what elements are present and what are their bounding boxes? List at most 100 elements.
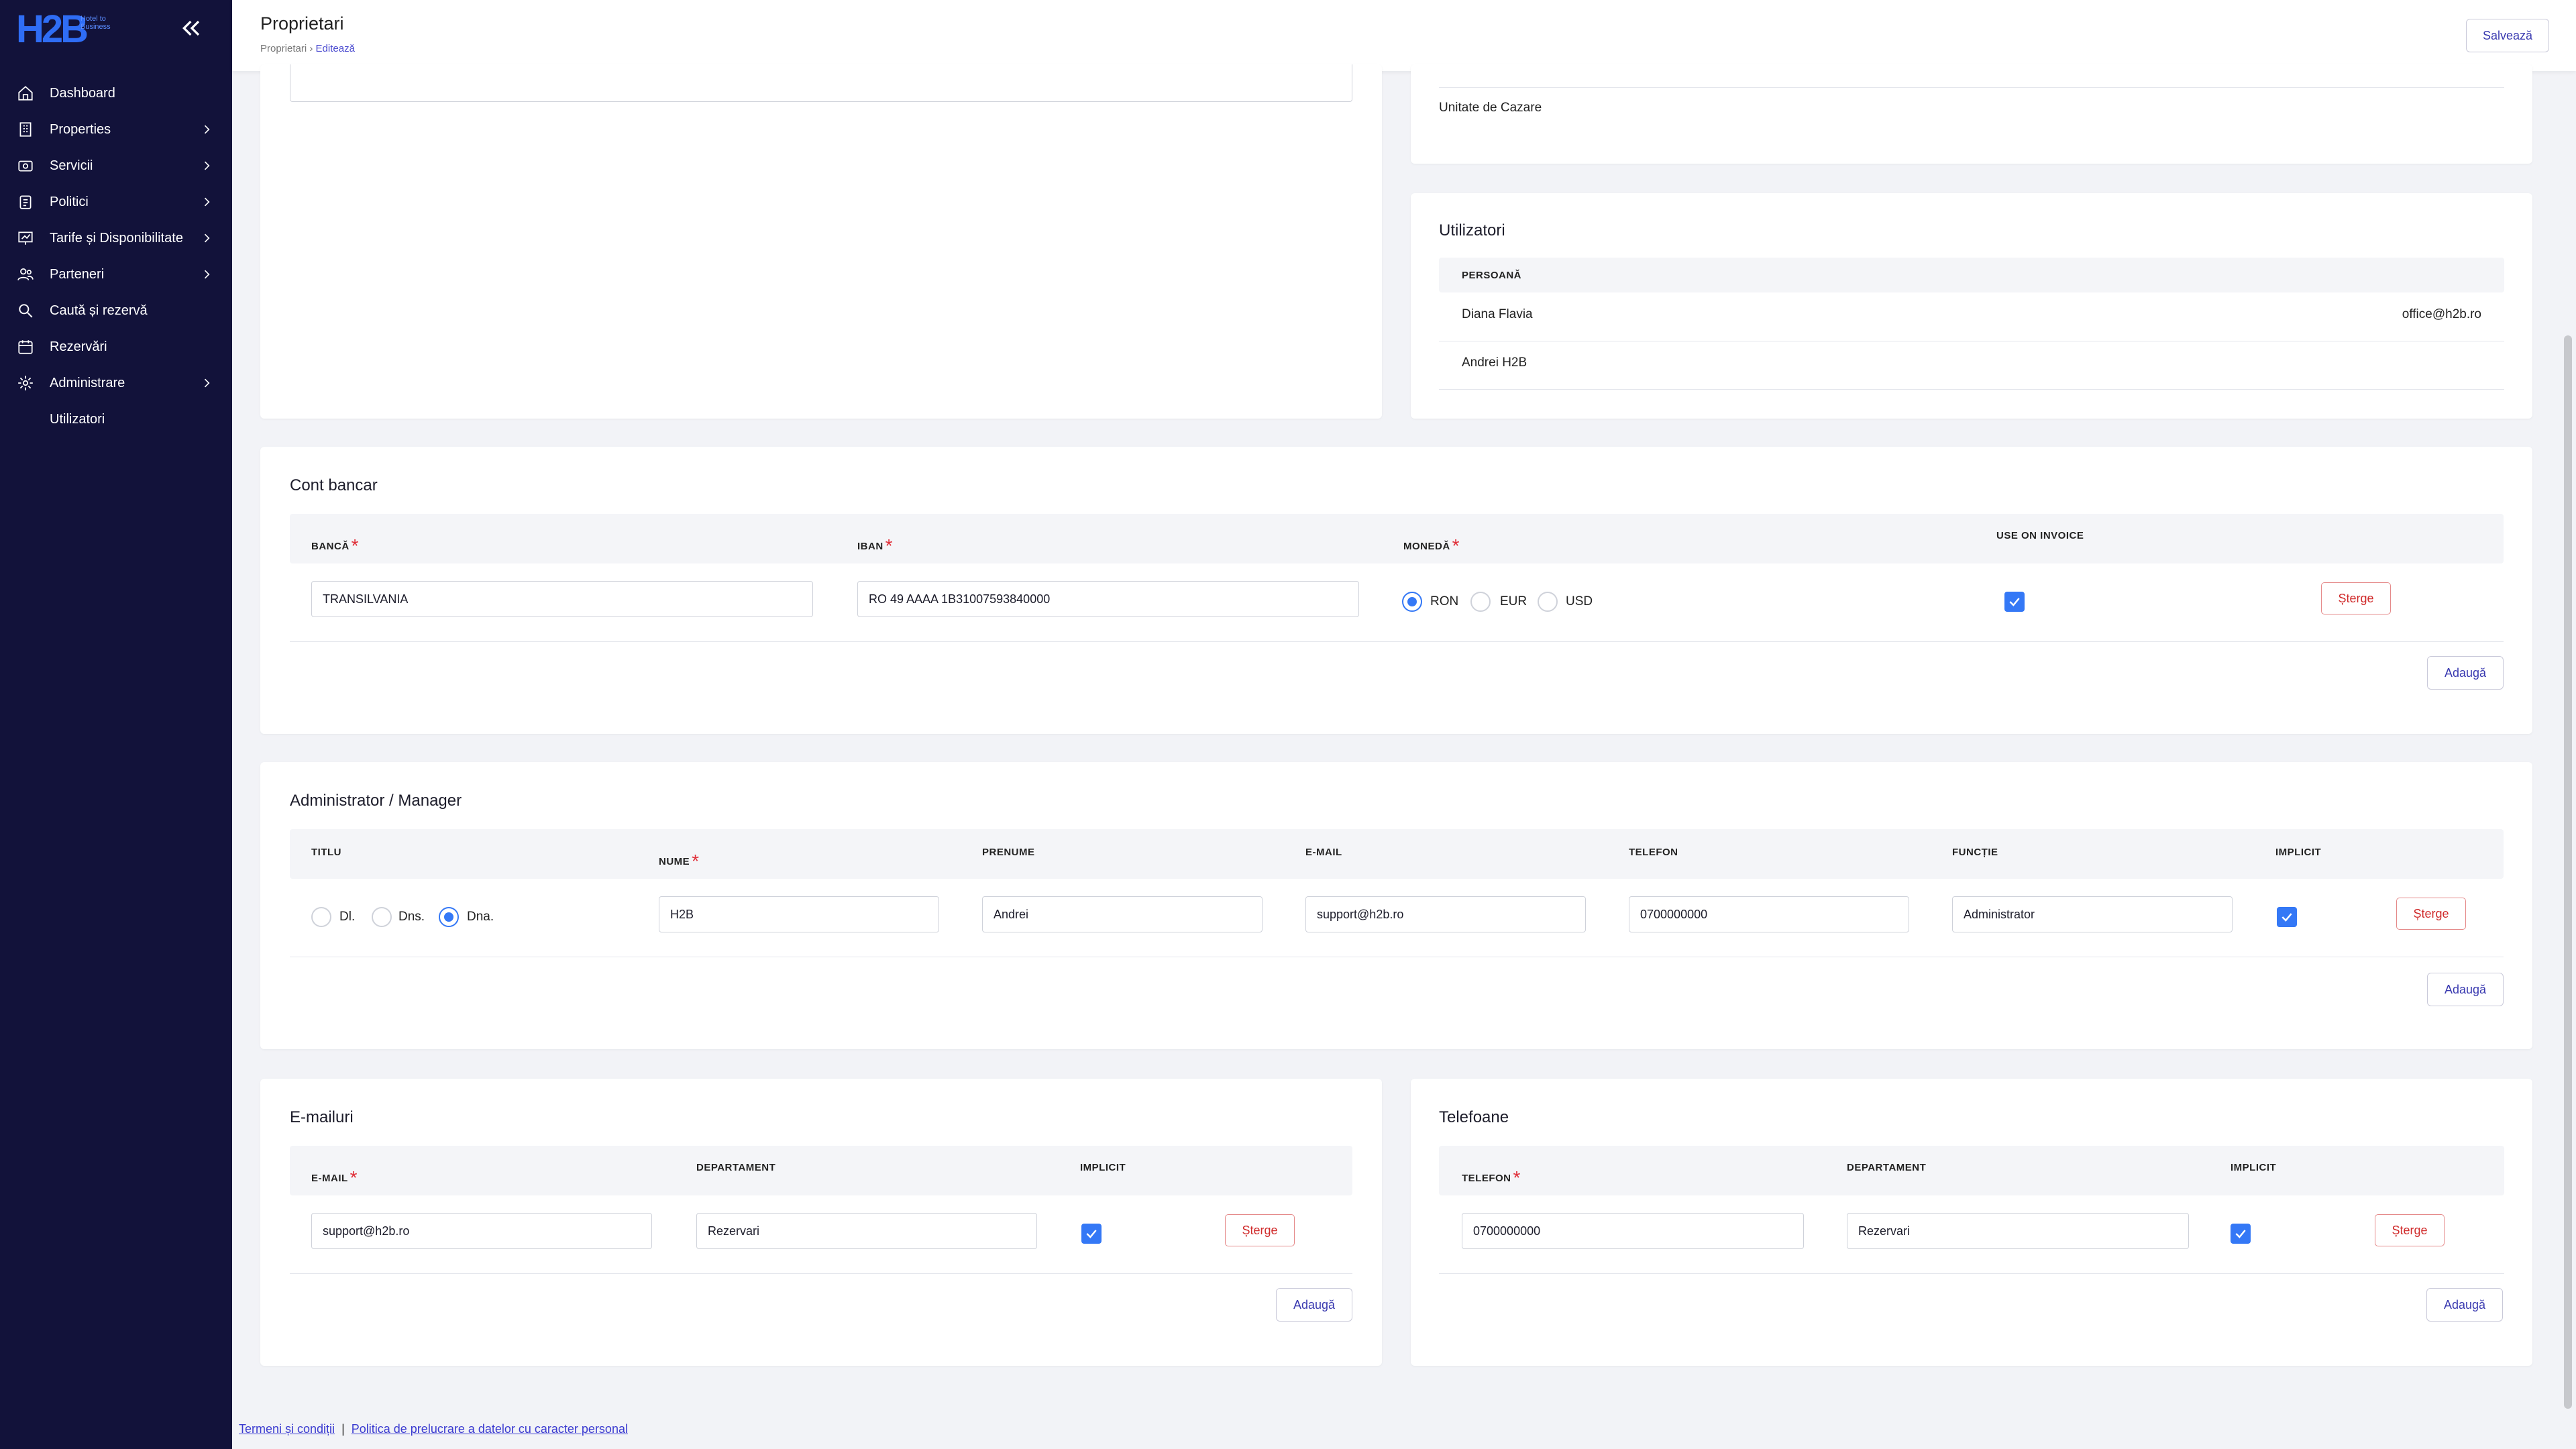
add-bank-button[interactable]: Adaugă — [2427, 656, 2504, 690]
logo-text: H2B — [16, 7, 89, 51]
title-radio-dl[interactable] — [311, 907, 331, 927]
currency-label: EUR — [1500, 594, 1527, 608]
sidebar-item-label: Properties — [50, 121, 111, 137]
currency-radio-usd[interactable] — [1538, 592, 1558, 612]
admin-table-header: TITLU NUME * PRENUME E-MAIL TELEFON FUNCȚ… — [290, 829, 2504, 879]
user-email[interactable]: office@h2b.ro — [2402, 307, 2481, 322]
chevron-right-icon — [204, 161, 210, 170]
col-iban: IBAN * — [857, 535, 894, 556]
delete-phone-button[interactable]: Șterge — [2375, 1214, 2445, 1246]
check-icon — [2009, 598, 2020, 606]
add-admin-button[interactable]: Adaugă — [2427, 973, 2504, 1006]
sidebar-item-label: Dashboard — [50, 85, 115, 101]
chart-board-icon — [16, 229, 35, 248]
users-card: Utilizatori PERSOANĂ Diana Flavia office… — [1411, 193, 2532, 419]
delete-bank-button[interactable]: Șterge — [2321, 582, 2391, 614]
currency-label: USD — [1566, 594, 1593, 608]
sidebar-item-properties[interactable]: Properties — [0, 111, 232, 148]
home-icon — [16, 84, 35, 103]
breadcrumb-current: Editează — [315, 43, 355, 54]
users-table-header: PERSOANĂ — [1439, 258, 2504, 292]
breadcrumb-separator: › — [309, 43, 313, 54]
title-radio-dna[interactable] — [439, 907, 459, 927]
calendar-icon — [16, 337, 35, 356]
sidebar-item-politici[interactable]: Politici — [0, 184, 232, 220]
double-chevron-left-icon — [182, 20, 200, 36]
email-input[interactable]: support@h2b.ro — [311, 1213, 652, 1249]
admin-firstname-input[interactable]: Andrei — [982, 896, 1263, 932]
text-area[interactable] — [290, 64, 1352, 102]
breadcrumb: Proprietari › Editează — [260, 43, 355, 54]
title-radio-dns[interactable] — [372, 907, 392, 927]
col-department: DEPARTAMENT — [696, 1162, 776, 1173]
title-label: Dna. — [467, 910, 494, 924]
sidebar-item-parteneri[interactable]: Parteneri — [0, 256, 232, 292]
iban-input[interactable]: RO 49 AAAA 1B31007593840000 — [857, 581, 1359, 617]
logo[interactable]: H2B Hotel to Business — [16, 8, 123, 51]
phone-department-input[interactable]: Rezervari — [1847, 1213, 2189, 1249]
bank-table-header: BANCĂ * IBAN * MONEDĂ * USE ON INVOICE — [290, 514, 2504, 564]
use-on-invoice-checkbox[interactable] — [2004, 592, 2025, 612]
emails-table-header: E-MAIL * DEPARTAMENT IMPLICIT — [290, 1146, 1352, 1195]
page-scrollbar[interactable] — [2564, 335, 2572, 1409]
phone-default-checkbox[interactable] — [2231, 1224, 2251, 1244]
phones-title: Telefoane — [1439, 1108, 1509, 1126]
col-bank: BANCĂ * — [311, 535, 360, 556]
col-default: IMPLICIT — [2275, 847, 2322, 858]
col-default: IMPLICIT — [2231, 1162, 2277, 1173]
delete-email-button[interactable]: Șterge — [1225, 1214, 1295, 1246]
currency-radio-ron[interactable] — [1402, 592, 1422, 612]
check-icon — [2282, 913, 2292, 922]
admin-title: Administrator / Manager — [290, 792, 462, 810]
sidebar-item-label: Caută și rezervă — [50, 303, 148, 318]
sidebar-item-utilizatori[interactable]: Utilizatori — [0, 401, 232, 437]
title-label: Dns. — [398, 910, 425, 924]
user-name[interactable]: Andrei H2B — [1462, 356, 1527, 370]
sidebar-item-label: Administrare — [50, 375, 125, 390]
unit-label: Unitate de Cazare — [1439, 101, 1542, 115]
page-header: Proprietari Proprietari › Editează Salve… — [232, 0, 2576, 71]
email-department-input[interactable]: Rezervari — [696, 1213, 1037, 1249]
privacy-link[interactable]: Politica de prelucrare a datelor cu cara… — [352, 1422, 628, 1436]
details-card — [260, 64, 1382, 419]
bank-input[interactable]: TRANSILVANIA — [311, 581, 813, 617]
collapse-sidebar-button[interactable] — [176, 15, 208, 47]
delete-admin-button[interactable]: Șterge — [2396, 898, 2466, 930]
terms-link[interactable]: Termeni și condiții — [239, 1422, 335, 1436]
footer: Termeni și condiții | Politica de prelucra… — [239, 1422, 628, 1436]
unit-card: Unitate de Cazare — [1411, 64, 2532, 164]
col-department: DEPARTAMENT — [1847, 1162, 1927, 1173]
breadcrumb-root[interactable]: Proprietari — [260, 43, 307, 54]
phone-input[interactable]: 0700000000 — [1462, 1213, 1804, 1249]
admin-name-input[interactable]: H2B — [659, 896, 939, 932]
col-default: IMPLICIT — [1080, 1162, 1126, 1173]
admin-default-checkbox[interactable] — [2277, 907, 2297, 927]
admin-phone-input[interactable]: 0700000000 — [1629, 896, 1909, 932]
col-use-on-invoice: USE ON INVOICE — [1996, 530, 2084, 541]
check-icon — [1086, 1230, 1097, 1238]
sidebar-item-tarife[interactable]: Tarife și Disponibilitate — [0, 220, 232, 256]
save-button[interactable]: Salvează — [2466, 19, 2549, 52]
users-title: Utilizatori — [1439, 221, 1505, 239]
bank-title: Cont bancar — [290, 476, 378, 494]
chevron-right-icon — [204, 197, 210, 207]
sidebar-item-dashboard[interactable]: Dashboard — [0, 75, 232, 111]
emails-title: E-mailuri — [290, 1108, 354, 1126]
sidebar-item-rezervari[interactable]: Rezervări — [0, 329, 232, 365]
col-title: TITLU — [311, 847, 341, 858]
emails-card: E-mailuri E-MAIL * DEPARTAMENT IMPLICIT s… — [260, 1079, 1382, 1366]
sidebar-item-servicii[interactable]: Servicii — [0, 148, 232, 184]
sidebar-item-administrare[interactable]: Administrare — [0, 365, 232, 401]
user-name[interactable]: Diana Flavia — [1462, 307, 1533, 322]
services-icon — [16, 156, 35, 175]
building-icon — [16, 120, 35, 139]
col-email: E-MAIL * — [311, 1167, 358, 1188]
currency-radio-eur[interactable] — [1470, 592, 1491, 612]
sidebar-item-cauta[interactable]: Caută și rezervă — [0, 292, 232, 329]
email-default-checkbox[interactable] — [1081, 1224, 1102, 1244]
add-email-button[interactable]: Adaugă — [1276, 1288, 1352, 1322]
add-phone-button[interactable]: Adaugă — [2426, 1288, 2503, 1322]
admin-email-input[interactable]: support@h2b.ro — [1305, 896, 1586, 932]
admin-function-input[interactable]: Administrator — [1952, 896, 2233, 932]
col-firstname: PRENUME — [982, 847, 1035, 858]
